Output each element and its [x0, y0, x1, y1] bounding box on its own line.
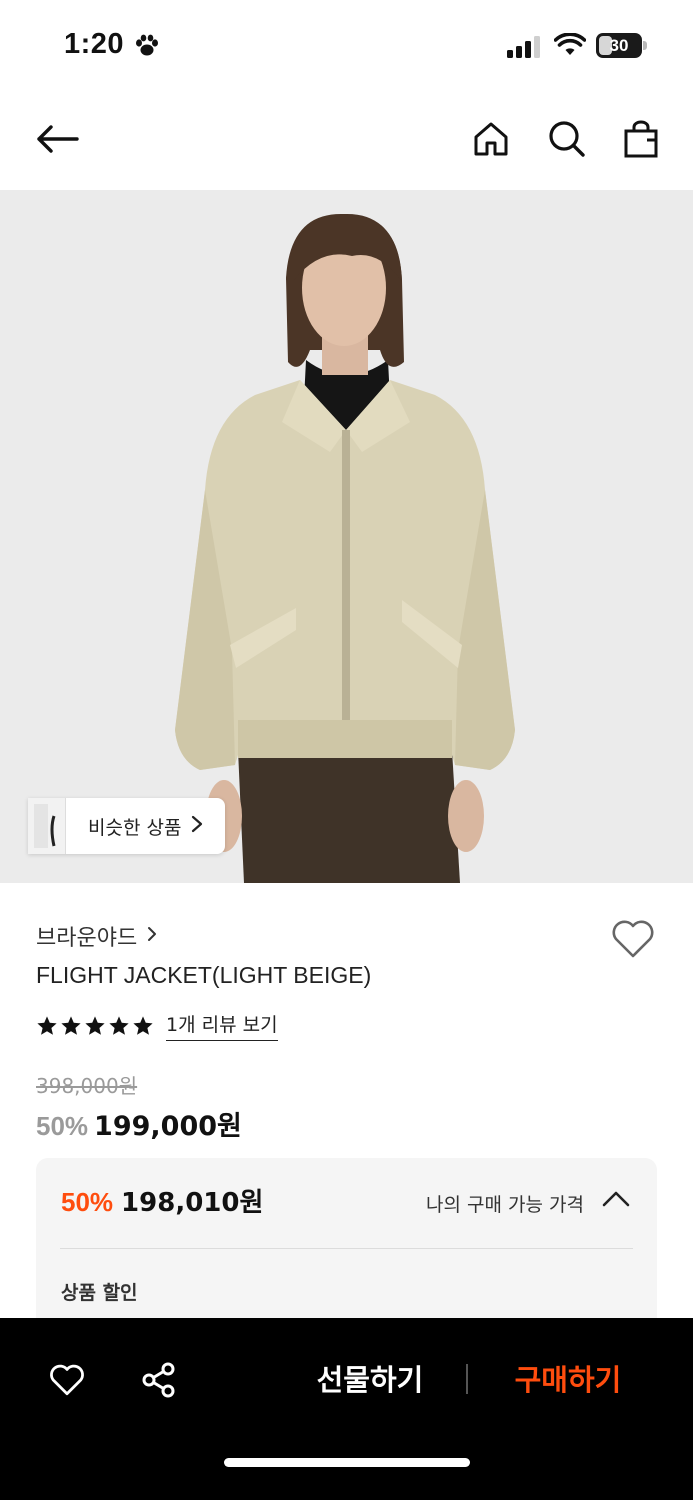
- battery-level: 30: [609, 36, 629, 55]
- status-time: 1:20: [64, 28, 125, 60]
- star-icon: [37, 1015, 57, 1035]
- brand-name: 브라운야드: [36, 926, 138, 951]
- bottom-action-bar: 선물하기 구매하기: [0, 1318, 693, 1500]
- bottom-divider: [466, 1364, 468, 1394]
- home-indicator[interactable]: [224, 1458, 470, 1467]
- review-link[interactable]: 1개 리뷰 보기: [166, 1010, 278, 1041]
- top-nav: [0, 92, 693, 190]
- wifi-icon: [553, 32, 587, 61]
- gift-button[interactable]: 선물하기: [290, 1358, 450, 1402]
- heart-icon: [50, 1364, 84, 1396]
- similar-products-button[interactable]: 비슷한 상품: [28, 798, 226, 854]
- paw-icon: [134, 34, 160, 62]
- my-price-card[interactable]: 50% 198,010원 나의 구매 가능 가격 상품 할인: [36, 1158, 657, 1338]
- card-divider: [60, 1248, 633, 1249]
- price-row: 50% 199,000원: [36, 1104, 242, 1143]
- original-price: 398,000원: [36, 1074, 138, 1098]
- star-icon: [133, 1015, 153, 1035]
- heart-icon: [612, 920, 654, 958]
- product-name: FLIGHT JACKET(LIGHT BEIGE): [36, 962, 372, 988]
- my-price-label[interactable]: 나의 구매 가능 가격: [426, 1190, 584, 1217]
- search-icon: [549, 121, 585, 157]
- battery-icon: 30: [596, 33, 648, 58]
- rating-stars: [36, 1015, 154, 1037]
- sale-price: 199,000원: [94, 1111, 242, 1142]
- share-button[interactable]: [139, 1360, 179, 1400]
- home-button[interactable]: [466, 114, 516, 164]
- back-arrow-icon: [37, 125, 79, 153]
- my-price-amount: 198,010원: [121, 1188, 264, 1218]
- product-photo-model: [175, 213, 515, 883]
- brand-link[interactable]: 브라운야드: [36, 920, 157, 952]
- signal-icon: [507, 36, 543, 58]
- star-icon: [85, 1015, 105, 1035]
- search-button[interactable]: [542, 114, 592, 164]
- bottom-wishlist-button[interactable]: [47, 1360, 87, 1400]
- buy-button[interactable]: 구매하기: [488, 1358, 648, 1402]
- my-discount-rate: 50%: [61, 1187, 114, 1217]
- chevron-right-icon: [191, 815, 225, 837]
- star-icon: [61, 1015, 81, 1035]
- wishlist-button[interactable]: [610, 918, 656, 962]
- discount-rate: 50%: [36, 1111, 89, 1141]
- shopping-bag-icon: [624, 120, 658, 158]
- chevron-right-icon: [147, 926, 157, 946]
- star-icon: [109, 1015, 129, 1035]
- back-button[interactable]: [32, 114, 82, 164]
- similar-products-label: 비슷한 상품: [88, 816, 182, 839]
- my-price-summary: 50% 198,010원: [61, 1182, 263, 1219]
- chevron-up-icon[interactable]: [602, 1190, 630, 1212]
- shopping-bag-button[interactable]: [616, 114, 666, 164]
- share-icon: [142, 1362, 175, 1398]
- similar-products-thumbnail: [28, 798, 66, 854]
- product-discount-title: 상품 할인: [61, 1282, 138, 1304]
- rating-row: 1개 리뷰 보기: [36, 1010, 278, 1041]
- product-image[interactable]: 비슷한 상품: [0, 190, 693, 883]
- home-icon: [474, 122, 508, 156]
- status-bar: 1:20 30: [0, 0, 693, 92]
